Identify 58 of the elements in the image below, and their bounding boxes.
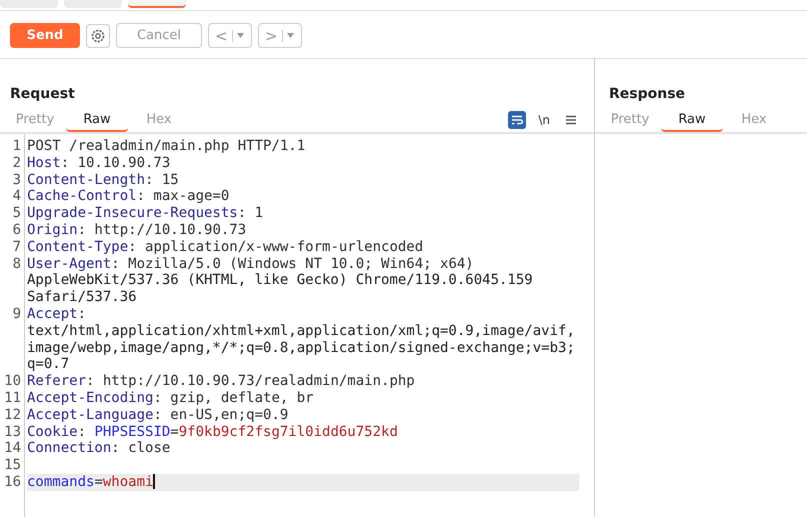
line-number: 16	[3, 474, 22, 491]
editor-tab[interactable]	[128, 0, 186, 8]
code-line: Connection: close	[27, 440, 170, 458]
back-button[interactable]: <	[208, 23, 252, 48]
line-number: 12	[3, 406, 22, 424]
code-line: commands=whoami	[27, 474, 154, 491]
view-tab[interactable]: Pretty	[4, 110, 66, 132]
send-button[interactable]: Send	[10, 23, 80, 48]
settings-icon	[90, 28, 106, 44]
view-tab[interactable]: Pretty	[599, 110, 661, 132]
code-line: Accept-Language: en-US,en;q=0.9	[27, 406, 288, 424]
code-line: Content-Length: 15	[27, 172, 179, 188]
view-tab[interactable]: Hex	[128, 110, 190, 132]
line-number: 1	[12, 138, 22, 155]
code-line: q=0.7	[27, 356, 70, 374]
code-line: Referer: http://10.10.90.73/realadmin/main.php	[27, 373, 415, 390]
line-number: 13	[3, 424, 22, 440]
code-line: Origin: http://10.10.90.73	[27, 222, 246, 239]
line-number: 3	[12, 172, 22, 188]
line-number: 5	[12, 205, 22, 222]
line-number: 11	[3, 390, 22, 407]
code-line: Cache-Control: max-age=0	[27, 188, 230, 206]
code-line: User-Agent: Mozilla/5.0 (Windows NT 10.0; Win64; x64)	[27, 256, 474, 272]
code-line: Safari/537.36	[27, 289, 137, 306]
caret-icon	[236, 33, 244, 38]
code-line: Content-Type: application/x-www-form-urlencoded	[27, 238, 424, 256]
line-number: 8	[12, 256, 22, 272]
line-number: 10	[3, 373, 22, 390]
panel-title: Response	[608, 85, 686, 104]
line-number: 2	[12, 154, 22, 172]
newline-toggle[interactable]: \n	[538, 113, 550, 127]
code-line: Host: 10.10.90.73	[27, 154, 170, 172]
code-line: AppleWebKit/537.36 (KHTML, like Gecko) Chrome/119.0.6045.159	[27, 272, 533, 290]
cancel-button[interactable]: Cancel	[116, 23, 202, 48]
view-tab[interactable]: Raw	[66, 110, 128, 132]
wrap-lines-button[interactable]	[508, 111, 526, 129]
line-number: 14	[3, 440, 22, 458]
line-number: 4	[12, 188, 22, 206]
line-number: 15	[3, 457, 22, 474]
forward-button[interactable]: >	[258, 23, 302, 48]
code-line: POST /realadmin/main.php HTTP/1.1	[27, 138, 306, 155]
panel-title: Request	[9, 85, 76, 104]
code-line: Accept:	[27, 306, 86, 323]
code-line: Upgrade-Insecure-Requests: 1	[27, 205, 264, 222]
code-line: Accept-Encoding: gzip, deflate, br	[27, 390, 314, 407]
line-number: 9	[12, 306, 22, 323]
caret-icon	[286, 33, 294, 38]
menu-icon[interactable]	[566, 115, 576, 125]
view-tab[interactable]: Hex	[723, 110, 785, 132]
line-number: 6	[12, 222, 22, 239]
text-cursor	[153, 474, 156, 489]
settings-button[interactable]	[86, 24, 110, 48]
line-number: 7	[12, 238, 22, 256]
code-line: image/webp,image/apng,*/*;q=0.8,application/signed-exchange;v=b3;	[27, 340, 575, 356]
code-line: text/html,application/xhtml+xml,application/xml;q=0.9,image/avif,	[27, 322, 575, 340]
code-line: Cookie: PHPSESSID=9f0kb9cf2fsg7il0idd6u752kd	[27, 424, 398, 440]
wrap-lines-icon	[511, 115, 524, 125]
view-tab[interactable]: Raw	[661, 110, 723, 132]
